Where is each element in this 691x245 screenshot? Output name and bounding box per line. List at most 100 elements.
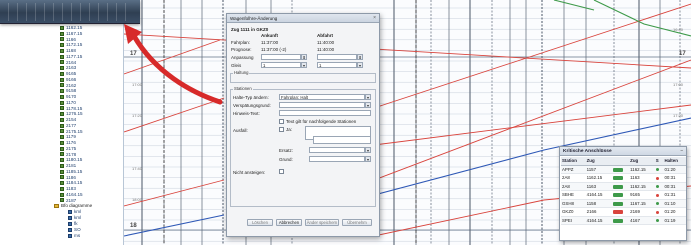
train-icon xyxy=(60,100,64,105)
close-icon[interactable]: × xyxy=(373,14,376,23)
hour-label-18: 18 xyxy=(130,223,137,229)
table-header[interactable]: Zug xyxy=(629,157,655,166)
critical-connections-title: Kritische Anschlüsse xyxy=(563,149,612,154)
train-cell: 1158 xyxy=(585,199,612,208)
replacement-label: Ersatz: xyxy=(279,148,294,153)
table-row[interactable]: SBHE 4164.15 9165 01:31 xyxy=(561,190,686,200)
save-changes-button[interactable]: Änder speichern xyxy=(305,219,339,226)
dropdown-icon[interactable]: ▾ xyxy=(365,94,371,100)
train-path-blue[interactable] xyxy=(124,214,225,237)
status-dot-icon xyxy=(654,199,664,208)
critical-connections-panel[interactable]: Kritische Anschlüsse – Station Zug Zug S Hal… xyxy=(559,146,687,241)
reason-select[interactable] xyxy=(309,156,365,162)
status-dot-icon xyxy=(654,182,664,191)
train-path-green[interactable] xyxy=(553,0,595,11)
spin-up-icon[interactable]: ⬍ xyxy=(357,54,363,60)
train-cell: 2169 xyxy=(629,207,655,217)
no-boarding-checkbox[interactable] xyxy=(279,169,284,174)
train-cell: 1167.15 xyxy=(629,199,655,208)
dropdown-icon[interactable]: ▾ xyxy=(365,102,371,108)
train-path-red[interactable] xyxy=(124,179,225,207)
cancel-button[interactable]: Abbrechen xyxy=(276,219,302,226)
train-icon xyxy=(60,66,64,71)
plan-arrival: 11:37:00 xyxy=(261,40,279,45)
apply-following-checkbox[interactable] xyxy=(279,119,284,124)
status-dot-icon xyxy=(654,207,664,217)
table-header[interactable]: Station xyxy=(561,157,586,166)
schedule-change-dialog[interactable]: Wagenfolhre-Änderung × Zug 1111 in GKZ0 … xyxy=(226,13,380,237)
minimap-thumbnail[interactable] xyxy=(0,0,140,24)
cancel-checkbox[interactable] xyxy=(279,127,284,132)
status-dot-icon xyxy=(654,190,664,200)
table-header[interactable]: S xyxy=(654,157,664,166)
adjust-arrival-input[interactable] xyxy=(261,54,301,60)
train-icon xyxy=(60,71,64,76)
haltung-label[interactable]: Haltung xyxy=(233,70,250,75)
table-header[interactable]: Halten xyxy=(663,157,686,166)
apply-button[interactable]: Übernehm xyxy=(342,219,372,226)
hold-time-cell: 01:31 xyxy=(663,190,686,200)
train-path-red[interactable] xyxy=(373,104,691,146)
arrival-header: Ankunft xyxy=(261,33,278,38)
table-row[interactable]: GSH8 1158 1167.15 01:10 xyxy=(561,199,686,208)
cancel-detail-field[interactable] xyxy=(313,136,371,144)
table-row[interactable]: APPZ 1157 1162.15 01:20 xyxy=(561,165,686,174)
table-row[interactable]: 2A8 1163 1162.15 00:31 xyxy=(561,182,686,191)
diagram-icon xyxy=(68,221,72,226)
stations-label[interactable]: Stationen xyxy=(233,86,253,91)
station-cell: APPZ xyxy=(561,165,586,174)
delay-reason-select[interactable] xyxy=(279,102,365,108)
train-icon xyxy=(60,152,64,157)
dropdown-icon[interactable]: ▾ xyxy=(357,62,363,68)
train-icon xyxy=(60,186,64,191)
dropdown-icon[interactable]: ▾ xyxy=(365,156,371,162)
status-dot-icon xyxy=(654,165,664,174)
train-icon xyxy=(60,123,64,128)
spin-up-icon[interactable]: ⬍ xyxy=(301,54,307,60)
diagram-icon xyxy=(68,233,72,238)
table-header[interactable] xyxy=(611,157,630,166)
train-cell: 1163 xyxy=(585,182,612,191)
train-cell: 4167 xyxy=(629,216,655,225)
critical-connections-table[interactable]: Station Zug Zug S Halten APPZ 1157 1162.15 0… xyxy=(561,157,686,225)
table-row[interactable]: SPEI 4164.15 4167 01:19 xyxy=(561,216,686,225)
table-header[interactable]: Zug xyxy=(585,157,612,166)
adjust-departure-input[interactable] xyxy=(317,54,357,60)
hold-time-cell: 01:10 xyxy=(663,199,686,208)
table-row[interactable]: 2A8 1162.15 1163 00:31 xyxy=(561,173,686,183)
dropdown-icon[interactable]: ▾ xyxy=(365,147,371,153)
forecast-label: Prognose: xyxy=(231,47,252,52)
haltung-frame xyxy=(230,73,376,83)
minimize-icon[interactable]: – xyxy=(680,147,683,156)
track-arrival-input[interactable]: 1 xyxy=(261,62,301,68)
train-icon xyxy=(60,192,64,197)
train-icon xyxy=(60,175,64,180)
connection-arrow-icon xyxy=(611,190,630,200)
station-cell: GSH8 xyxy=(561,199,586,208)
track-departure-input[interactable]: 1 xyxy=(317,62,357,68)
replacement-select[interactable] xyxy=(309,147,365,153)
hour-label-17-right: 17 xyxy=(679,51,686,57)
station-cell: 2A8 xyxy=(561,173,586,183)
diagram-icon xyxy=(68,209,72,214)
halt-type-select[interactable]: Fahrplan: Halt xyxy=(279,94,365,100)
critical-connections-titlebar[interactable]: Kritische Anschlüsse – xyxy=(560,147,686,156)
hint-text-input[interactable] xyxy=(279,110,371,116)
train-icon xyxy=(60,43,64,48)
train-tree-panel[interactable]: 21921159216811631162.151167.1511661172.1… xyxy=(0,0,124,245)
station-cell: 2A8 xyxy=(561,182,586,191)
train-icon xyxy=(60,25,64,30)
no-boarding-label: Nicht ansteigen: xyxy=(233,170,266,175)
table-row[interactable]: GKZ0 2166 2169 01:20 xyxy=(561,207,686,217)
forecast-arrival: 11:37:00 (-2) xyxy=(261,47,287,52)
dialog-titlebar[interactable]: Wagenfolhre-Änderung × xyxy=(227,14,379,23)
train-cell: 1162.15 xyxy=(629,165,655,174)
train-icon xyxy=(60,198,64,203)
train-icon xyxy=(60,117,64,122)
connection-arrow-icon xyxy=(611,199,630,208)
tree-diagram-item[interactable]: ms xyxy=(68,233,80,239)
train-path-red[interactable] xyxy=(373,3,691,109)
dropdown-icon[interactable]: ▾ xyxy=(301,62,307,68)
hold-time-cell: 00:31 xyxy=(663,173,686,183)
delete-button[interactable]: Löschen xyxy=(247,219,273,226)
